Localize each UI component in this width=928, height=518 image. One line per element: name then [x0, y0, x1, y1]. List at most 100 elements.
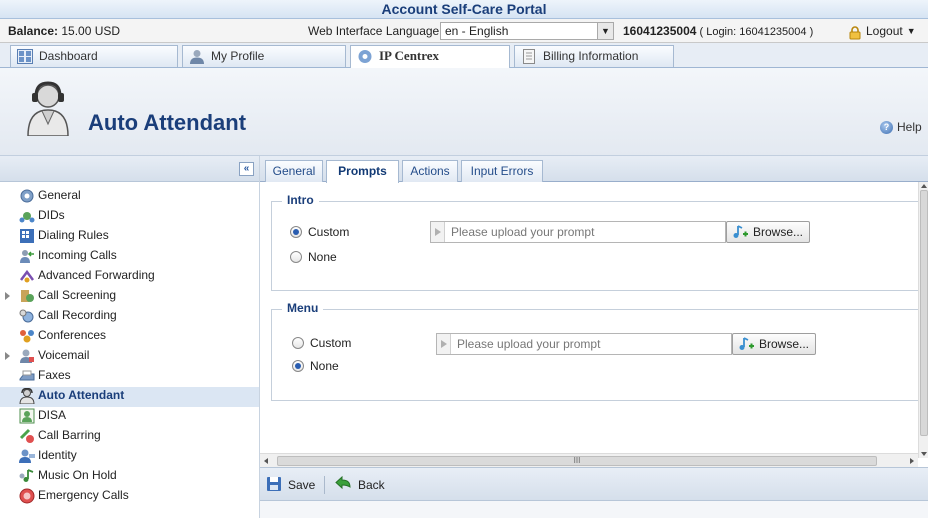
expand-arrow-icon[interactable]: [5, 292, 10, 300]
tab-billing-information[interactable]: Billing Information: [514, 45, 674, 67]
divider: [324, 476, 325, 494]
radio-label: Custom: [310, 336, 352, 350]
sidebar-item-label: Music On Hold: [38, 468, 117, 482]
scroll-right-icon[interactable]: [910, 458, 914, 464]
ip-centrex-icon: [357, 49, 373, 64]
intro-legend: Intro: [282, 193, 319, 207]
call-screening-icon: [19, 288, 35, 304]
sidebar-item-call-screening[interactable]: Call Screening: [0, 287, 259, 307]
menu-prompt-upload-field[interactable]: Please upload your prompt: [436, 333, 732, 355]
balance-label: Balance:: [8, 24, 59, 38]
sidebar-item-emergency-calls[interactable]: Emergency Calls: [0, 487, 259, 507]
sidebar-item-call-recording[interactable]: Call Recording: [0, 307, 259, 327]
back-arrow-icon: [334, 475, 352, 495]
tab-general[interactable]: General: [265, 160, 323, 182]
tab-label: My Profile: [211, 49, 265, 63]
identity-icon: [19, 448, 35, 464]
sidebar-item-identity[interactable]: Identity: [0, 447, 259, 467]
menu-none-radio[interactable]: None: [292, 359, 339, 373]
tab-label: Billing Information: [543, 49, 639, 63]
sidebar-item-dialing-rules[interactable]: Dialing Rules: [0, 227, 259, 247]
sidebar-item-general[interactable]: General: [0, 187, 259, 207]
horizontal-scrollbar[interactable]: III: [260, 453, 918, 467]
save-icon: [266, 476, 282, 495]
sidebar-item-faxes[interactable]: Faxes: [0, 367, 259, 387]
play-icon[interactable]: [437, 334, 451, 354]
sidebar-item-disa[interactable]: DISA: [0, 407, 259, 427]
upload-placeholder: Please upload your prompt: [451, 225, 595, 239]
scroll-down-icon[interactable]: [921, 452, 927, 456]
tab-input-errors[interactable]: Input Errors: [461, 160, 543, 182]
scroll-thumb[interactable]: [920, 190, 928, 436]
back-button[interactable]: Back: [334, 475, 385, 495]
tab-ip-centrex[interactable]: IP Centrex: [350, 45, 510, 68]
sidebar-item-advanced-forwarding[interactable]: Advanced Forwarding: [0, 267, 259, 287]
caret-down-icon[interactable]: ▼: [907, 19, 916, 43]
sidebar-item-label: Faxes: [38, 368, 71, 382]
sidebar-item-music-on-hold[interactable]: Music On Hold: [0, 467, 259, 487]
radio-label: None: [310, 359, 339, 373]
expand-arrow-icon[interactable]: [5, 352, 10, 360]
logout-button[interactable]: Logout ▼: [848, 19, 916, 43]
bottom-strip: [260, 501, 928, 518]
menu-legend: Menu: [282, 301, 324, 315]
dialing-rules-icon: [19, 228, 35, 244]
balance: Balance: 15.00 USD: [8, 19, 120, 43]
disa-icon: [19, 408, 35, 424]
sidebar-item-label: Conferences: [38, 328, 107, 342]
sidebar-item-conferences[interactable]: Conferences: [0, 327, 259, 347]
intro-browse-button[interactable]: Browse...: [726, 221, 811, 243]
scroll-up-icon[interactable]: [921, 184, 927, 188]
tab-actions[interactable]: Actions: [402, 160, 458, 182]
radio-button[interactable]: [290, 226, 302, 238]
upload-placeholder: Please upload your prompt: [457, 337, 601, 351]
profile-icon: [189, 49, 205, 64]
vertical-scrollbar[interactable]: [918, 182, 928, 458]
sidebar-item-incoming-calls[interactable]: Incoming Calls: [0, 247, 259, 267]
help-link[interactable]: ? Help: [880, 120, 922, 134]
main-content: General Prompts Actions Input Errors Int…: [260, 156, 928, 518]
sidebar-list: General DIDs Dialing Rules Incoming Call…: [0, 182, 259, 507]
account-info: 16041235004 ( Login: 16041235004 ): [623, 19, 813, 44]
collapse-sidebar-button[interactable]: «: [239, 162, 254, 176]
sidebar-item-label: DIDs: [38, 208, 65, 222]
tab-prompts[interactable]: Prompts: [326, 160, 399, 183]
incoming-calls-icon: [19, 248, 35, 264]
radio-button[interactable]: [292, 360, 304, 372]
sidebar-item-label: DISA: [38, 408, 67, 422]
sidebar-item-label: Auto Attendant: [38, 388, 125, 402]
sidebar-item-auto-attendant[interactable]: Auto Attendant: [0, 387, 259, 407]
chevron-down-icon[interactable]: ▼: [597, 23, 613, 39]
sidebar-item-label: Call Barring: [38, 428, 101, 442]
radio-button[interactable]: [290, 251, 302, 263]
menu-browse-button[interactable]: Browse...: [732, 333, 817, 355]
voicemail-icon: [19, 348, 35, 364]
auto-attendant-icon: [19, 387, 35, 405]
tab-my-profile[interactable]: My Profile: [182, 45, 346, 67]
intro-custom-radio[interactable]: Custom: [290, 225, 349, 239]
account-id: 16041235004: [623, 24, 697, 38]
language-select[interactable]: en - English ▼: [440, 22, 614, 40]
intro-prompt-upload-field[interactable]: Please upload your prompt: [430, 221, 726, 243]
browse-label: Browse...: [759, 337, 810, 351]
sidebar-item-voicemail[interactable]: Voicemail: [0, 347, 259, 367]
scroll-thumb[interactable]: III: [277, 456, 877, 466]
language-value: en - English: [445, 24, 509, 38]
tab-dashboard[interactable]: Dashboard: [10, 45, 178, 67]
sub-tabs: General Prompts Actions Input Errors: [260, 156, 928, 183]
sidebar-item-label: Call Recording: [38, 308, 117, 322]
radio-button[interactable]: [292, 337, 304, 349]
sidebar-item-dids[interactable]: DIDs: [0, 207, 259, 227]
intro-none-radio[interactable]: None: [290, 250, 337, 264]
page-title: Auto Attendant: [88, 110, 247, 135]
menu-custom-radio[interactable]: Custom: [292, 336, 351, 350]
play-icon[interactable]: [431, 222, 445, 242]
language-label: Web Interface Language:: [308, 24, 443, 38]
help-icon: ?: [880, 120, 893, 134]
sidebar-header: «: [0, 156, 259, 182]
call-barring-icon: [19, 428, 35, 444]
gear-icon: [19, 188, 35, 204]
scroll-left-icon[interactable]: [264, 458, 268, 464]
sidebar-item-call-barring[interactable]: Call Barring: [0, 427, 259, 447]
save-button[interactable]: Save: [266, 476, 315, 494]
